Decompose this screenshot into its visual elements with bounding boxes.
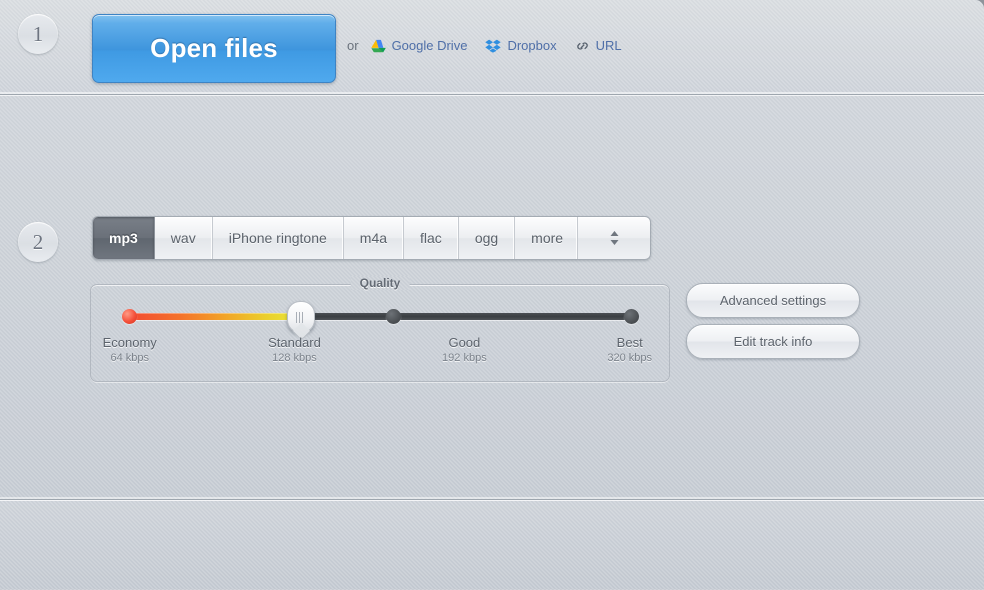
google-drive-label: Google Drive (391, 38, 468, 53)
slider-label-standard: Standard 128 kbps (268, 335, 321, 364)
cloud-sources-row: or Google Drive Dropbox URL (347, 38, 631, 53)
format-stepper-button[interactable] (578, 217, 650, 259)
slider-stop-good[interactable] (385, 309, 401, 324)
tab-ogg[interactable]: ogg (459, 217, 516, 259)
slider-label-good-rate: 192 kbps (442, 352, 487, 364)
quality-panel: Quality Economy 64 kbps Standard 128 kbp… (90, 276, 670, 382)
slider-label-best-rate: 320 kbps (607, 352, 653, 364)
or-label: or (347, 38, 359, 53)
slider-stop-economy[interactable] (122, 309, 137, 324)
tab-iphone-ringtone[interactable]: iPhone ringtone (213, 217, 344, 259)
quality-slider[interactable] (122, 301, 639, 333)
tab-mp3[interactable]: mp3 (93, 217, 155, 259)
step-1-section: 1 Open files or Google Drive Dropbox URL (0, 0, 984, 95)
slider-label-economy-name: Economy (102, 335, 157, 350)
step-number-2: 2 (18, 222, 58, 262)
url-label: URL (595, 38, 622, 53)
tab-wav[interactable]: wav (155, 217, 213, 259)
tab-flac[interactable]: flac (404, 217, 459, 259)
google-drive-icon (370, 39, 386, 53)
grip-lines-icon (296, 311, 306, 323)
url-link[interactable]: URL (575, 38, 631, 53)
slider-stop-best[interactable] (624, 309, 639, 324)
step-number-1: 1 (18, 14, 58, 54)
slider-label-good: Good 192 kbps (442, 335, 487, 364)
slider-label-economy-rate: 64 kbps (110, 352, 149, 364)
slider-label-standard-name: Standard (268, 335, 321, 350)
converter-page: 1 Open files or Google Drive Dropbox URL… (0, 0, 984, 590)
tab-m4a[interactable]: m4a (344, 217, 405, 259)
format-tab-bar: mp3 wav iPhone ringtone m4a flac ogg mor… (92, 216, 652, 260)
advanced-settings-button[interactable]: Advanced settings (686, 283, 860, 318)
slider-label-standard-rate: 128 kbps (272, 352, 317, 364)
slider-label-economy: Economy 64 kbps (103, 335, 157, 364)
slider-label-best-name: Best (616, 335, 643, 350)
dropbox-label: Dropbox (507, 38, 557, 53)
slider-label-best: Best 320 kbps (607, 335, 652, 364)
link-icon (575, 39, 590, 53)
slider-filled-range (129, 313, 300, 320)
slider-handle[interactable] (286, 301, 315, 333)
tab-more[interactable]: more (515, 217, 579, 259)
slider-label-good-name: Good (448, 335, 481, 350)
quality-legend: Quality (350, 276, 410, 290)
dropbox-link[interactable]: Dropbox (485, 38, 565, 53)
edit-track-info-button[interactable]: Edit track info (686, 324, 860, 359)
dropbox-icon (485, 39, 502, 53)
up-down-arrows-icon (609, 229, 620, 247)
open-files-button[interactable]: Open files (92, 14, 336, 83)
slider-label-row: Economy 64 kbps Standard 128 kbps Good 1… (91, 335, 669, 375)
step-2-section: 2 mp3 wav iPhone ringtone m4a flac ogg m… (0, 95, 984, 500)
step-3-section: 3 Convert (0, 500, 984, 589)
google-drive-link[interactable]: Google Drive (370, 38, 477, 53)
